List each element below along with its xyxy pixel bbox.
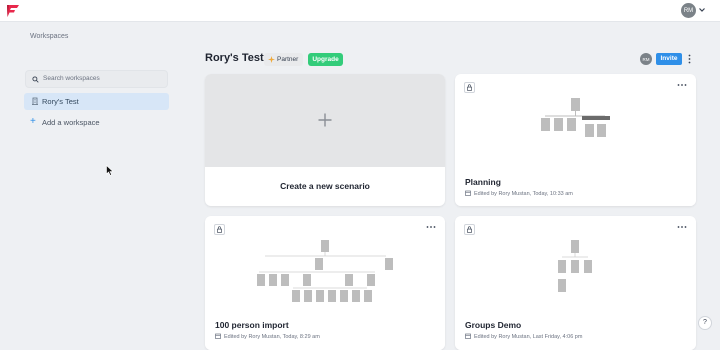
scenario-title: 100 person import [215, 320, 289, 330]
calendar-icon [215, 333, 221, 339]
search-placeholder: Search workspaces [43, 75, 100, 82]
partner-badge: Partner [264, 53, 303, 66]
app-logo[interactable] [6, 4, 20, 18]
more-horizontal-icon[interactable] [426, 225, 436, 229]
scenario-card-100-person-import[interactable]: 100 person import Edited by Rory Mustan,… [205, 216, 445, 350]
invite-button[interactable]: Invite [656, 53, 682, 65]
top-bar: RM [0, 0, 720, 22]
chevron-down-icon[interactable] [698, 6, 706, 14]
calendar-icon [465, 190, 471, 196]
search-workspaces-input[interactable]: Search workspaces [25, 70, 168, 88]
scenario-title: Groups Demo [465, 320, 522, 330]
mouse-cursor-icon [106, 165, 114, 176]
scenario-edited-meta: Edited by Rory Mustan, Today, 8:29 am [215, 333, 320, 340]
org-chart-preview [558, 240, 592, 292]
scenario-edited-meta: Edited by Rory Mustan, Today, 10:33 am [465, 190, 573, 197]
building-icon [32, 97, 38, 105]
lock-icon[interactable] [464, 82, 475, 93]
create-scenario-preview [205, 74, 445, 167]
plus-icon [318, 113, 332, 127]
scenario-meta-text: Edited by Rory Mustan, Last Friday, 4:06… [474, 334, 583, 340]
lock-icon[interactable] [214, 224, 225, 235]
sidebar-heading: Workspaces [30, 33, 69, 40]
more-horizontal-icon[interactable] [677, 225, 687, 229]
user-avatar[interactable]: RM [681, 3, 696, 18]
scenario-meta-text: Edited by Rory Mustan, Today, 8:29 am [224, 334, 320, 340]
org-chart-preview [257, 240, 393, 302]
scenario-title: Planning [465, 177, 501, 187]
more-vertical-icon[interactable] [688, 54, 691, 64]
create-scenario-label: Create a new scenario [280, 181, 370, 191]
upgrade-button[interactable]: Upgrade [308, 53, 343, 66]
help-button[interactable]: ? [698, 316, 712, 330]
org-chart-preview [541, 98, 610, 137]
page-title: Rory's Test [205, 52, 264, 64]
create-scenario-card[interactable]: Create a new scenario [205, 74, 445, 206]
search-icon [32, 76, 39, 83]
sidebar-item-label: Rory's Test [42, 97, 79, 106]
lock-icon[interactable] [464, 224, 475, 235]
sparkle-icon [268, 56, 275, 63]
sidebar-item-rorys-test[interactable]: Rory's Test [24, 93, 169, 110]
scenario-card-planning[interactable]: Planning Edited by Rory Mustan, Today, 1… [455, 74, 696, 206]
member-avatar[interactable]: RM [640, 53, 652, 65]
scenario-edited-meta: Edited by Rory Mustan, Last Friday, 4:06… [465, 333, 582, 340]
plus-icon: + [30, 116, 36, 127]
scenario-card-groups-demo[interactable]: Groups Demo Edited by Rory Mustan, Last … [455, 216, 696, 350]
partner-label: Partner [277, 56, 299, 63]
scenario-meta-text: Edited by Rory Mustan, Today, 10:33 am [474, 191, 573, 197]
calendar-icon [465, 333, 471, 339]
card-footer [205, 310, 445, 350]
add-workspace-label: Add a workspace [42, 118, 100, 127]
more-horizontal-icon[interactable] [677, 83, 687, 87]
card-footer [455, 310, 696, 350]
